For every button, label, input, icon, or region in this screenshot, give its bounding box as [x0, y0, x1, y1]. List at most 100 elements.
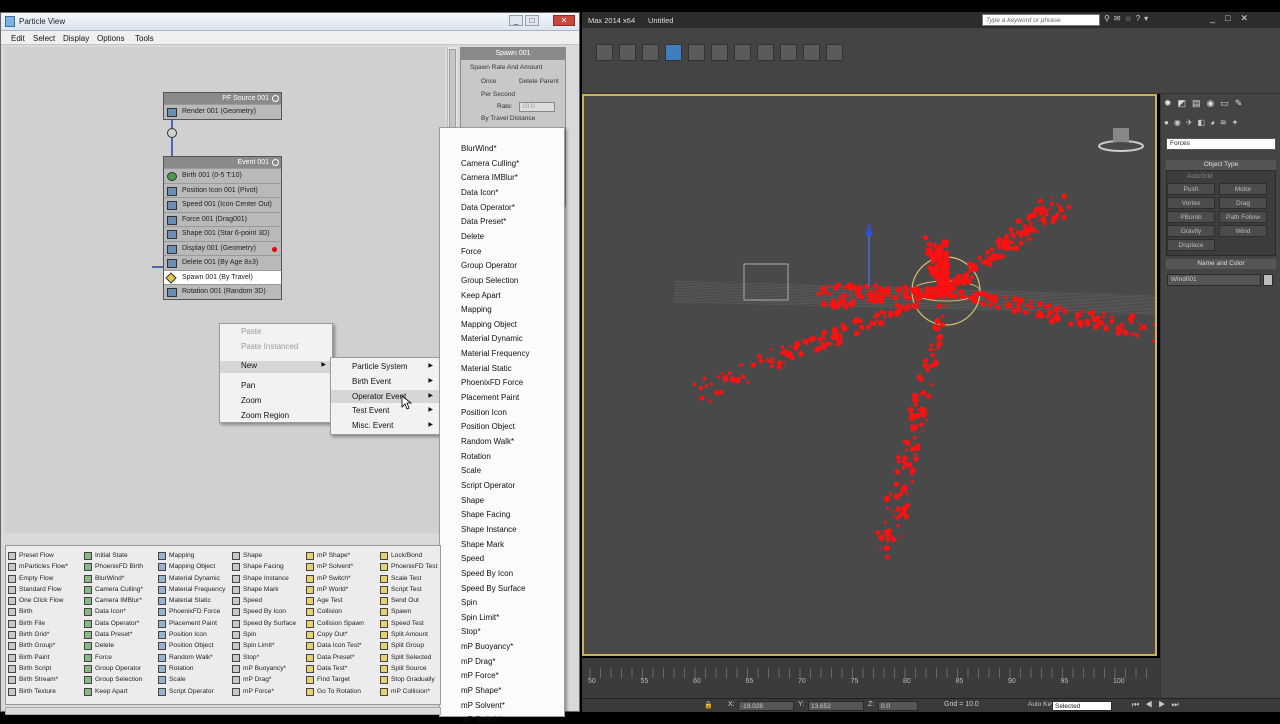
lock-icon[interactable]: 🔒: [704, 701, 713, 709]
operator-menu-item[interactable]: Speed By Icon: [440, 569, 564, 578]
operator-row[interactable]: Display 001 (Geometry): [164, 240, 281, 256]
depot-item[interactable]: Script Operator: [158, 686, 225, 697]
menu-item-zoom-region[interactable]: Zoom Region: [220, 411, 332, 420]
object-type-button[interactable]: Gravity: [1167, 225, 1215, 237]
depot-item[interactable]: Collision: [306, 606, 364, 617]
playback-controls[interactable]: ⏮◀▶⏭: [1132, 700, 1185, 710]
operator-menu-item[interactable]: Mapping Object: [440, 320, 564, 329]
depot-item[interactable]: Initial State: [84, 550, 143, 561]
depot-horizontal-scrollbar[interactable]: [5, 707, 441, 715]
object-name-field[interactable]: Wind001: [1167, 274, 1261, 286]
depot-item[interactable]: Split Amount: [380, 629, 437, 640]
depot-item[interactable]: Camera Culling*: [84, 584, 143, 595]
depot-item[interactable]: Delete: [84, 640, 143, 651]
depot-item[interactable]: Data Icon Test*: [306, 640, 364, 651]
depot-item[interactable]: Force: [84, 652, 143, 663]
operator-row[interactable]: Delete 001 (By Age 8±3): [164, 255, 281, 270]
depot-item[interactable]: Data Preset*: [306, 652, 364, 663]
graph-editor-icon[interactable]: [688, 44, 705, 61]
depot-item[interactable]: Speed By Icon: [232, 606, 296, 617]
depot-item[interactable]: Rotation: [158, 663, 225, 674]
depot-item[interactable]: Spin: [232, 629, 296, 640]
depot-item[interactable]: Mapping Object: [158, 561, 225, 572]
depot-item[interactable]: Empty Flow: [8, 573, 68, 584]
minimize-button[interactable]: _: [509, 15, 523, 26]
operator-menu-item[interactable]: mP Drag*: [440, 657, 564, 666]
timeline-track[interactable]: 50 55 60 65 70 75 80 85 90 95 100: [582, 658, 1160, 698]
render-icon[interactable]: [780, 44, 797, 61]
menu-display[interactable]: Display: [63, 34, 89, 43]
depot-item[interactable]: Shape Instance: [232, 573, 296, 584]
operator-menu-item[interactable]: Scale: [440, 466, 564, 475]
depot-item[interactable]: mP Buoyancy*: [232, 663, 296, 674]
autogrid-checkbox[interactable]: AutoGrid: [1187, 173, 1213, 180]
depot-item[interactable]: Spawn: [380, 606, 437, 617]
operator-menu-item[interactable]: mP Force*: [440, 671, 564, 680]
operator-menu-item[interactable]: Force: [440, 247, 564, 256]
depot-item[interactable]: Send Out: [380, 595, 437, 606]
depot-item[interactable]: Speed Test: [380, 618, 437, 629]
operator-menu-item[interactable]: Keep Apart: [440, 291, 564, 300]
depot-item[interactable]: mP Shape*: [306, 550, 364, 561]
operator-row[interactable]: Force 001 (Drag001): [164, 211, 281, 227]
command-panel-tabs[interactable]: ✹◩▤◉▭✎: [1164, 98, 1278, 114]
operator-menu-item[interactable]: PhoenixFD Force: [440, 378, 564, 387]
depot-item[interactable]: One Click Flow: [8, 595, 68, 606]
search-input[interactable]: Type a keyword or phrase: [982, 14, 1100, 26]
operator-row-selected[interactable]: Spawn 001 (By Travel): [164, 269, 281, 284]
depot-item[interactable]: Keep Apart: [84, 686, 143, 697]
object-type-button[interactable]: Vortex: [1167, 197, 1215, 209]
depot-item[interactable]: mP Collision*: [380, 686, 437, 697]
mirror-icon[interactable]: [596, 44, 613, 61]
depot-item[interactable]: Placement Paint: [158, 618, 225, 629]
name-and-color-header[interactable]: Name and Color: [1166, 259, 1276, 269]
infocenter-icons[interactable]: ⚲✉☆?▾: [1104, 14, 1184, 26]
operator-row[interactable]: Speed 001 (Icon Center Out): [164, 197, 281, 212]
lightbulb-icon[interactable]: [272, 159, 279, 166]
object-type-button[interactable]: Drag: [1219, 197, 1267, 209]
operator-menu-item[interactable]: Rotation: [440, 452, 564, 461]
depot-item[interactable]: Lock/Bond: [380, 550, 437, 561]
operator-menu-item[interactable]: Camera Culling*: [440, 159, 564, 168]
depot-item[interactable]: Speed By Surface: [232, 618, 296, 629]
depot-item[interactable]: PhoenixFD Test: [380, 561, 437, 572]
object-type-button[interactable]: Motor: [1219, 183, 1267, 195]
depot-item[interactable]: Position Icon: [158, 629, 225, 640]
by-travel-radio[interactable]: By Travel Distance: [481, 115, 535, 122]
depot-item[interactable]: Data Test*: [306, 663, 364, 674]
lightbulb-icon[interactable]: [272, 95, 279, 102]
depot-item[interactable]: mP Switch*: [306, 573, 364, 584]
depot-item[interactable]: mP Solvent*: [306, 561, 364, 572]
depot-item[interactable]: Copy Out*: [306, 629, 364, 640]
create-category-icons[interactable]: ●◉✈◧◕≋✦: [1164, 118, 1278, 134]
depot-item[interactable]: Birth File: [8, 618, 68, 629]
depot-item[interactable]: Split Selected: [380, 652, 437, 663]
operator-menu-item[interactable]: BlurWind*: [440, 144, 564, 153]
operator-menu-item[interactable]: Script Operator: [440, 481, 564, 490]
rate-spinner[interactable]: 10.0: [519, 102, 555, 112]
operator-menu-item[interactable]: Placement Paint: [440, 393, 564, 402]
operator-menu-item[interactable]: Shape Mark: [440, 540, 564, 549]
operator-menu-item[interactable]: Shape Facing: [440, 510, 564, 519]
depot-item[interactable]: BlurWind*: [84, 573, 143, 584]
object-type-button[interactable]: Push: [1167, 183, 1215, 195]
particle-view-titlebar[interactable]: Particle View _ □ ✕: [1, 13, 579, 31]
menu-options[interactable]: Options: [97, 34, 125, 43]
depot-item[interactable]: Split Source: [380, 663, 437, 674]
depot-item[interactable]: Collision Spawn: [306, 618, 364, 629]
operator-menu-item[interactable]: Mapping: [440, 305, 564, 314]
operator-menu-item[interactable]: Speed By Surface: [440, 584, 564, 593]
depot-item[interactable]: mP World*: [306, 584, 364, 595]
depot-item[interactable]: Birth Texture: [8, 686, 68, 697]
depot-item[interactable]: Birth: [8, 606, 68, 617]
operator-menu-item[interactable]: Spin Limit*: [440, 613, 564, 622]
x-coordinate-field[interactable]: -19.028: [738, 701, 794, 711]
depot-item[interactable]: Scale Test: [380, 573, 437, 584]
operator-menu-item[interactable]: Random Walk*: [440, 437, 564, 446]
menu-item-particle-system[interactable]: Particle System ▶: [331, 362, 439, 371]
menu-item-new[interactable]: New ▶: [220, 361, 332, 373]
depot-item[interactable]: Find Target: [306, 674, 364, 685]
object-type-button[interactable]: PBomb: [1167, 211, 1215, 223]
depot-item[interactable]: Go To Rotation: [306, 686, 364, 697]
close-button[interactable]: ✕: [553, 15, 575, 26]
